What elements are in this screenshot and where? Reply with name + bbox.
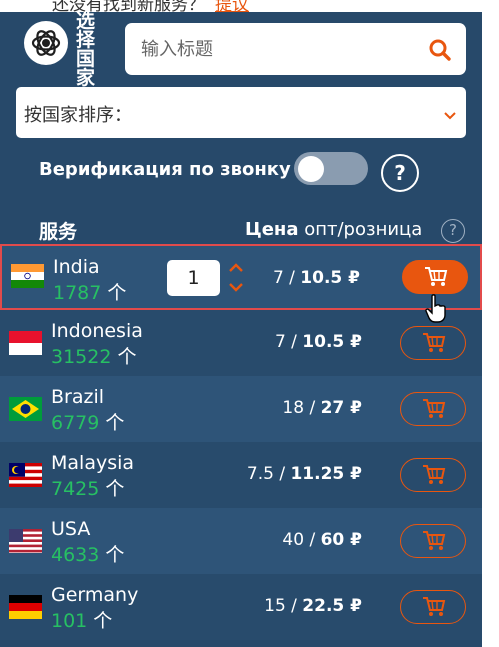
country-name: India xyxy=(53,256,100,278)
number-count: 4633 个 xyxy=(51,544,125,566)
india-flag-icon xyxy=(11,264,44,288)
number-count: 7425 个 xyxy=(51,478,125,500)
table-row: USA 4633 个 40 / 60 ₽ xyxy=(0,508,482,574)
number-count: 6779 个 xyxy=(51,412,125,434)
price-text: 18 / 27 ₽ xyxy=(282,398,362,418)
table-row: Germany 101 个 15 / 22.5 ₽ xyxy=(0,574,482,640)
malaysia-flag-icon xyxy=(9,463,42,487)
buy-button[interactable] xyxy=(400,392,466,426)
call-verification-toggle[interactable] xyxy=(294,152,368,185)
buy-button[interactable] xyxy=(400,524,466,558)
price-text: 7 / 10.5 ₽ xyxy=(272,268,360,288)
price-text: 7.5 / 11.25 ₽ xyxy=(246,464,362,484)
sort-label: 按国家排序： xyxy=(24,105,132,126)
price-column-header: Цена опт/розница xyxy=(245,219,423,240)
germany-flag-icon xyxy=(9,595,42,619)
usa-flag-icon xyxy=(9,529,42,553)
hand-pointer-cursor-icon xyxy=(425,294,447,328)
call-verification-label: Верификация по звонку xyxy=(39,159,291,180)
country-name: Malaysia xyxy=(51,452,135,474)
number-count: 101 个 xyxy=(51,610,113,632)
table-row: Malaysia 7425 个 7.5 / 11.25 ₽ xyxy=(0,442,482,508)
quantity-input[interactable]: 1 xyxy=(167,260,220,296)
notice-text: 还没有找到新服务？ 提议 xyxy=(52,0,249,12)
search-icon[interactable] xyxy=(428,38,452,62)
suggest-link[interactable]: 提议 xyxy=(215,0,249,12)
price-text: 7 / 10.5 ₽ xyxy=(274,332,362,352)
logo-title: 选择国家 xyxy=(76,12,96,89)
number-count: 31522 个 xyxy=(51,346,137,368)
buy-button[interactable] xyxy=(402,260,468,294)
quantity-stepper[interactable] xyxy=(226,260,246,296)
country-name: Indonesia xyxy=(51,320,143,342)
search-box xyxy=(125,23,466,75)
country-name: USA xyxy=(51,518,91,540)
table-row: India 1787 个 1 7 / 10.5 ₽ xyxy=(0,244,482,310)
buy-button[interactable] xyxy=(400,326,466,360)
openai-logo xyxy=(24,21,68,65)
country-name: Germany xyxy=(51,584,139,606)
sort-select[interactable]: 按国家排序： xyxy=(16,87,466,138)
buy-button[interactable] xyxy=(400,590,466,624)
chevron-down-icon xyxy=(444,105,456,124)
buy-button[interactable] xyxy=(400,458,466,492)
table-row: Brazil 6779 个 18 / 27 ₽ xyxy=(0,376,482,442)
price-text: 40 / 60 ₽ xyxy=(282,530,362,550)
search-input[interactable] xyxy=(141,33,411,65)
table-row: Indonesia 31522 个 7 / 10.5 ₽ xyxy=(0,310,482,376)
country-name: Brazil xyxy=(51,386,105,408)
page-scrollbar[interactable] xyxy=(482,12,499,647)
notice-bar: 还没有找到新服务？ 提议 xyxy=(0,0,499,12)
brazil-flag-icon xyxy=(9,397,42,421)
number-count: 1787 个 xyxy=(53,282,127,304)
service-column-header: 服务 xyxy=(39,221,78,243)
price-help-icon[interactable]: ? xyxy=(441,219,465,243)
country-selector-panel: 选择国家 按国家排序： Верификация по звонку ? 服务 Ц… xyxy=(0,12,482,647)
price-text: 15 / 22.5 ₽ xyxy=(264,596,362,616)
verification-help-icon[interactable]: ? xyxy=(381,154,419,192)
toggle-knob xyxy=(298,156,324,182)
indonesia-flag-icon xyxy=(9,331,42,355)
